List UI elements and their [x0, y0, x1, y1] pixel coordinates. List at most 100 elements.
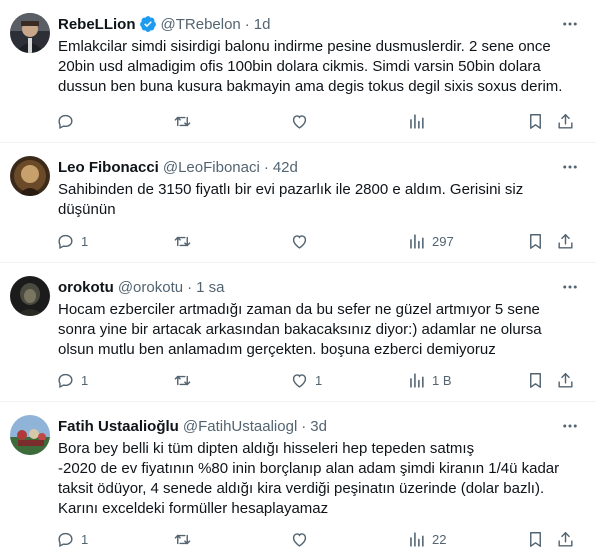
retweet-button[interactable]: [173, 527, 198, 551]
retweet-icon: [174, 534, 191, 544]
reply-button[interactable]: 1: [56, 527, 88, 551]
reply-button[interactable]: [56, 109, 81, 133]
like-button[interactable]: [290, 527, 315, 551]
like-icon: [292, 373, 307, 388]
tweet-text-line: dussun ben buna kusura bakmayin ama degi…: [58, 78, 563, 95]
tweet-text-line: taksit ödüyor, 4 senede aldığı kira verd…: [58, 480, 545, 497]
views-button[interactable]: 297: [407, 229, 454, 253]
author-name[interactable]: orokotu: [58, 279, 114, 296]
share-icon: [558, 233, 573, 249]
reply-feed: RebeLLion @TRebelon · 1d Emlakcilar simd…: [0, 0, 596, 559]
share-button[interactable]: [556, 527, 575, 551]
timestamp[interactable]: 1 sa: [196, 279, 224, 296]
tweet-text: Hocam ezberciler artmadığı zaman da bu s…: [58, 300, 578, 360]
separator-dot: ·: [187, 278, 193, 296]
like-icon: [292, 532, 307, 547]
avatar[interactable]: [10, 415, 50, 455]
retweet-button[interactable]: [173, 229, 198, 253]
tweet-text-line: Hocam ezberciler artmadığı zaman da bu s…: [58, 301, 540, 318]
retweet-button[interactable]: [173, 368, 198, 392]
views-button[interactable]: [407, 109, 432, 133]
avatar[interactable]: [10, 156, 50, 196]
reply-count: 1: [81, 233, 89, 249]
tweet-actions: [56, 109, 576, 133]
bookmark-button[interactable]: [526, 229, 545, 253]
views-count: 1 B: [432, 372, 452, 388]
tweet-text: Emlakcilar simdi sisirdigi balonu indirm…: [58, 37, 578, 97]
tweet-text-line: Sahibinden de 3150 fiyatlı bir evi pazar…: [58, 181, 524, 198]
tweet-text-line: düşünün: [58, 201, 116, 218]
tweet-text-line: Karını exceldeki formüller hesaplayamaz: [58, 500, 329, 517]
views-button[interactable]: 22: [407, 527, 446, 551]
like-button[interactable]: [290, 229, 315, 253]
author-name[interactable]: Fatih Ustaalioğlu: [58, 418, 179, 435]
tweet-header: Leo Fibonacci @LeoFibonaci · 42d: [58, 156, 298, 178]
bookmark-button[interactable]: [526, 527, 545, 551]
timestamp[interactable]: 42d: [273, 159, 298, 176]
author-handle[interactable]: @TRebelon: [161, 16, 241, 33]
timestamp[interactable]: 1d: [254, 16, 271, 33]
tweet-actions: 1 1 1 B: [56, 368, 576, 392]
author-name[interactable]: RebeLLion: [58, 16, 136, 33]
author-handle[interactable]: @LeoFibonaci: [163, 159, 260, 176]
tweet-text-line: sonra yine bir artacak arkasından bakaca…: [58, 321, 542, 338]
tweet-text: Sahibinden de 3150 fiyatlı bir evi pazar…: [58, 180, 578, 220]
retweet-icon: [174, 236, 191, 246]
like-button[interactable]: [290, 109, 315, 133]
retweet-icon: [174, 375, 191, 385]
retweet-button[interactable]: [173, 109, 198, 133]
reply-icon: [58, 114, 73, 129]
tweet[interactable]: RebeLLion @TRebelon · 1d Emlakcilar simd…: [0, 0, 596, 143]
views-icon: [410, 113, 424, 129]
reply-button[interactable]: 1: [56, 368, 88, 392]
tweet[interactable]: Leo Fibonacci @LeoFibonaci · 42d Sahibin…: [0, 143, 596, 263]
more-icon[interactable]: [560, 277, 580, 297]
retweet-icon: [174, 116, 191, 126]
separator-dot: ·: [301, 417, 307, 435]
reply-count: 1: [81, 531, 89, 547]
views-icon: [410, 233, 424, 249]
share-button[interactable]: [556, 368, 575, 392]
more-icon[interactable]: [560, 416, 580, 436]
bookmark-button[interactable]: [526, 368, 545, 392]
share-icon: [558, 113, 573, 129]
author-handle[interactable]: @orokotu: [118, 279, 183, 296]
reply-icon: [58, 532, 73, 547]
views-button[interactable]: 1 B: [407, 368, 452, 392]
bookmark-icon: [530, 113, 541, 129]
avatar[interactable]: [10, 13, 50, 53]
tweet-header: Fatih Ustaalioğlu @FatihUstaaliogl · 3d: [58, 415, 327, 437]
views-icon: [410, 531, 424, 547]
like-icon: [292, 234, 307, 249]
like-icon: [292, 114, 307, 129]
reply-count: 1: [81, 372, 89, 388]
more-icon[interactable]: [560, 14, 580, 34]
share-button[interactable]: [556, 229, 575, 253]
views-icon: [410, 372, 424, 388]
like-button[interactable]: 1: [290, 368, 322, 392]
bookmark-button[interactable]: [526, 109, 545, 133]
views-count: 297: [432, 233, 454, 249]
tweet-text-line: olsun mutlu ben anlamadım gerçekten. boş…: [58, 341, 496, 358]
tweet[interactable]: Fatih Ustaalioğlu @FatihUstaaliogl · 3d …: [0, 402, 596, 559]
tweet-header: RebeLLion @TRebelon · 1d: [58, 13, 270, 35]
tweet-text: Bora bey belli ki tüm dipten aldığı hiss…: [58, 439, 578, 519]
tweet[interactable]: orokotu @orokotu · 1 sa Hocam ezberciler…: [0, 263, 596, 402]
tweet-text-line: -2020 de ev fiyatının %80 inin borçlanıp…: [58, 460, 560, 477]
timestamp[interactable]: 3d: [310, 418, 327, 435]
tweet-text-line: Emlakcilar simdi sisirdigi balonu indirm…: [58, 38, 551, 55]
author-handle[interactable]: @FatihUstaaliogl: [183, 418, 297, 435]
avatar[interactable]: [10, 276, 50, 316]
share-icon: [558, 531, 573, 547]
verified-badge-icon: [139, 15, 157, 33]
separator-dot: ·: [244, 15, 250, 33]
share-icon: [558, 372, 573, 388]
reply-button[interactable]: 1: [56, 229, 88, 253]
bookmark-icon: [530, 233, 541, 249]
views-count: 22: [432, 531, 447, 547]
reply-icon: [58, 234, 73, 249]
author-name[interactable]: Leo Fibonacci: [58, 159, 159, 176]
more-icon[interactable]: [560, 157, 580, 177]
bookmark-icon: [530, 531, 541, 547]
share-button[interactable]: [556, 109, 575, 133]
